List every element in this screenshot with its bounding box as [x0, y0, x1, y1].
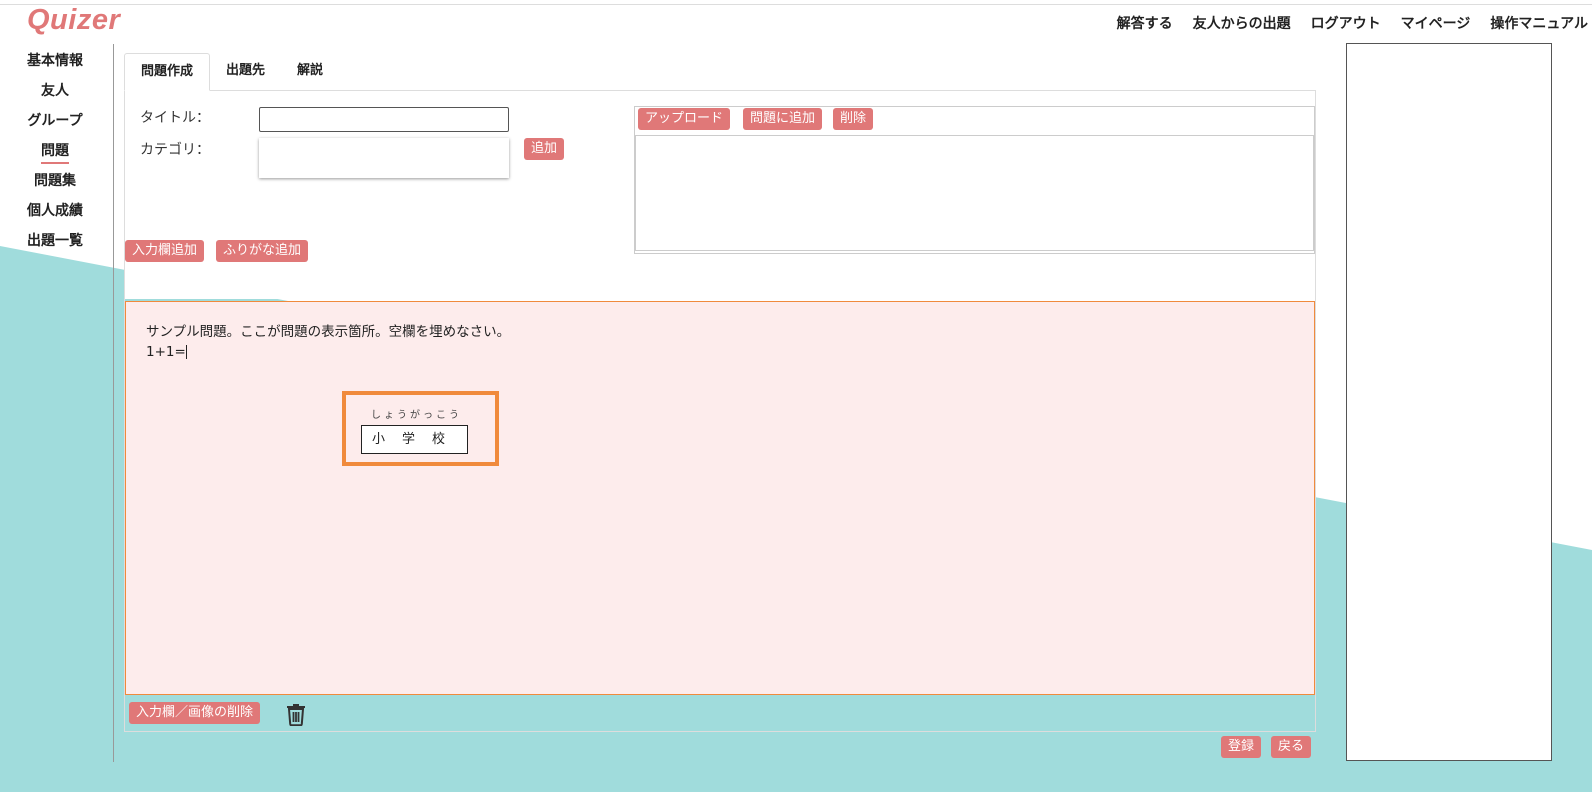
back-button[interactable]: 戻る: [1271, 736, 1312, 758]
category-select[interactable]: [259, 138, 509, 178]
app-logo[interactable]: Quizer: [27, 4, 120, 37]
question-line-1: サンプル問題。ここが問題の表示箇所。空欄を埋めなさい。: [146, 324, 511, 340]
top-nav: 解答する 友人からの出題 ログアウト マイページ 操作マニュアル: [1117, 13, 1588, 33]
sidebar-item-groups[interactable]: グループ: [0, 110, 110, 140]
title-label: タイトル：: [140, 110, 210, 126]
text-caret: [185, 345, 187, 359]
sidebar-item-label: 友人: [41, 83, 69, 99]
nav-answer[interactable]: 解答する: [1117, 13, 1173, 33]
sidebar-item-basic-info[interactable]: 基本情報: [0, 50, 110, 80]
nav-friend-questions[interactable]: 友人からの出題: [1193, 13, 1291, 33]
tab-create-question[interactable]: 問題作成: [124, 53, 211, 91]
image-list-area[interactable]: [635, 135, 1314, 251]
sidebar-item-label: 個人成績: [27, 203, 83, 219]
sidebar-item-label: グループ: [27, 113, 83, 129]
register-button[interactable]: 登録: [1221, 736, 1262, 758]
nav-manual[interactable]: 操作マニュアル: [1490, 13, 1588, 33]
sidebar-item-label: 問題: [41, 143, 69, 164]
sidebar-item-assignments[interactable]: 出題一覧: [0, 230, 110, 260]
question-text[interactable]: サンプル問題。ここが問題の表示箇所。空欄を埋めなさい。 1+1=: [146, 322, 510, 362]
side-nav: 基本情報 友人 グループ 問題 問題集 個人成績 出題一覧: [0, 50, 110, 260]
add-furigana-button[interactable]: ふりがな追加: [216, 240, 309, 262]
sidebar-divider: [113, 44, 114, 762]
tab-explanation[interactable]: 解説: [281, 53, 339, 91]
delete-field-image-button[interactable]: 入力欄／画像の削除: [129, 702, 261, 724]
sidebar-item-label: 基本情報: [27, 53, 83, 69]
upload-button[interactable]: アップロード: [638, 108, 731, 130]
nav-mypage[interactable]: マイページ: [1401, 13, 1471, 33]
category-label: カテゴリ：: [140, 142, 210, 158]
nav-logout[interactable]: ログアウト: [1311, 13, 1381, 33]
furigana-reading: しょうがっこう: [371, 410, 462, 421]
trash-icon[interactable]: [285, 702, 307, 726]
sidebar-item-questions[interactable]: 問題: [0, 140, 110, 170]
sidebar-item-label: 問題集: [34, 173, 76, 189]
sidebar-item-friends[interactable]: 友人: [0, 80, 110, 110]
sidebar-item-results[interactable]: 個人成績: [0, 200, 110, 230]
top-divider: [0, 4, 1592, 5]
question-line-2: 1+1=: [146, 342, 510, 362]
add-to-question-button[interactable]: 問題に追加: [743, 108, 823, 130]
sidebar-item-label: 出題一覧: [27, 233, 83, 249]
tab-bar: 問題作成 出題先 解説: [124, 53, 339, 91]
sidebar-item-question-sets[interactable]: 問題集: [0, 170, 110, 200]
title-input[interactable]: [259, 107, 509, 132]
furigana-kanji-field[interactable]: 小学校: [361, 425, 468, 454]
category-add-button[interactable]: 追加: [524, 138, 565, 160]
right-side-panel: [1346, 43, 1552, 761]
question-expression: 1+1=: [146, 344, 186, 360]
image-delete-button[interactable]: 削除: [833, 108, 874, 130]
tab-targets[interactable]: 出題先: [210, 53, 281, 91]
add-input-field-button[interactable]: 入力欄追加: [125, 240, 205, 262]
